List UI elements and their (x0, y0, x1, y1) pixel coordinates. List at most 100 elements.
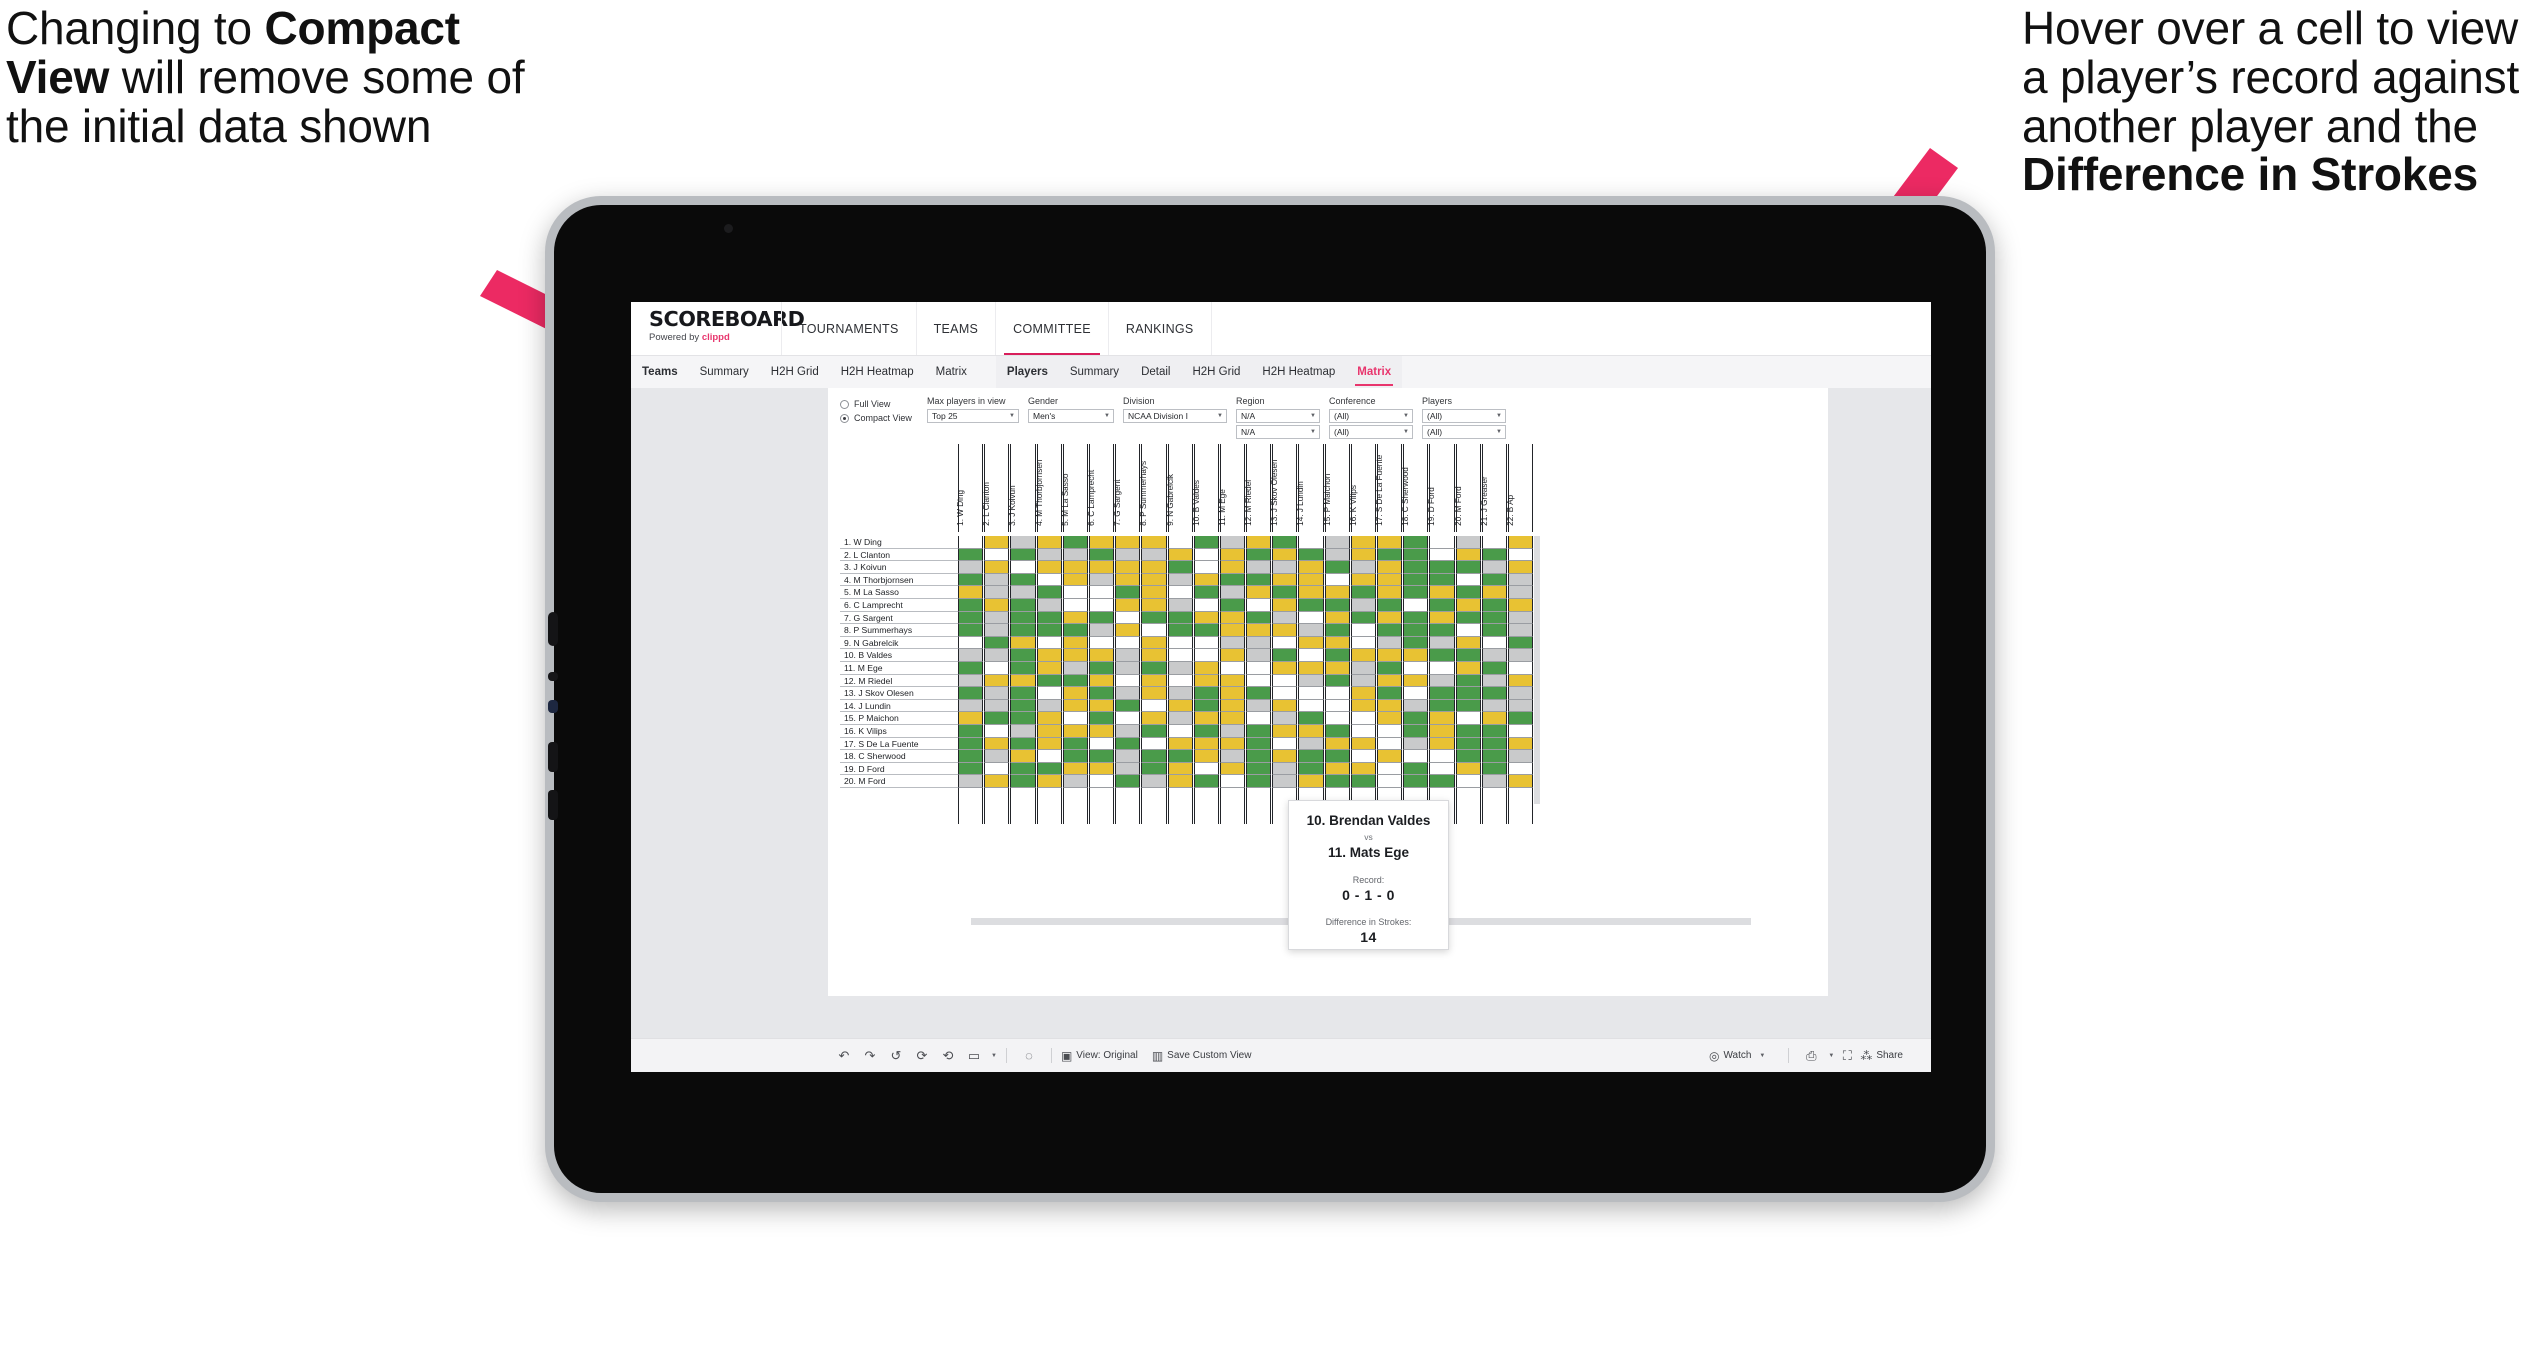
matrix-cell[interactable] (1141, 699, 1167, 713)
matrix-cell[interactable] (1350, 674, 1376, 688)
matrix-cell[interactable] (984, 561, 1010, 574)
fullscreen-icon[interactable]: ⛶ (1834, 1048, 1860, 1064)
matrix-cell[interactable] (1429, 775, 1455, 788)
main-nav-item-rankings[interactable]: RANKINGS (1109, 302, 1212, 355)
matrix-cell[interactable] (1062, 712, 1088, 725)
matrix-cell[interactable] (1403, 674, 1429, 688)
matrix-col-header[interactable]: 3. J Koivun (1009, 444, 1036, 532)
matrix-cell[interactable] (1246, 750, 1272, 763)
matrix-cell[interactable] (1062, 724, 1088, 738)
matrix-cell[interactable] (1272, 674, 1298, 688)
matrix-cell[interactable] (1350, 649, 1376, 662)
matrix-cell[interactable] (1010, 649, 1036, 662)
matrix-cell[interactable] (984, 573, 1010, 587)
matrix-cell[interactable] (1324, 762, 1350, 776)
matrix-cell[interactable] (1088, 661, 1115, 675)
matrix-cell[interactable] (1507, 561, 1534, 574)
matrix-cell[interactable] (1403, 687, 1429, 700)
matrix-cell[interactable] (1010, 561, 1036, 574)
watch-button[interactable]: ◎ Watch ▼ (1709, 1049, 1765, 1063)
matrix-cell[interactable] (1115, 611, 1141, 625)
matrix-cell[interactable] (1062, 636, 1088, 650)
matrix-cell[interactable] (1324, 724, 1350, 738)
matrix-col-header[interactable]: 5. M La Sasso (1061, 444, 1088, 532)
matrix-col-header[interactable]: 7. G Sargent (1113, 444, 1141, 532)
matrix-cell[interactable] (1219, 624, 1246, 637)
matrix-cell[interactable] (1088, 548, 1115, 562)
matrix-cell[interactable] (1481, 536, 1507, 549)
matrix-cell[interactable] (1324, 674, 1350, 688)
matrix-cell[interactable] (1246, 712, 1272, 725)
matrix-cell[interactable] (1036, 624, 1062, 637)
matrix-cell[interactable] (1429, 624, 1455, 637)
matrix-cell[interactable] (1272, 548, 1298, 562)
matrix-cell[interactable] (1246, 561, 1272, 574)
matrix-cell[interactable] (1246, 674, 1272, 688)
matrix-row-label[interactable]: 5. M La Sasso (840, 586, 958, 599)
matrix-cell[interactable] (1298, 611, 1324, 625)
matrix-cell[interactable] (1324, 649, 1350, 662)
matrix-cell[interactable] (1324, 573, 1350, 587)
matrix-cell[interactable] (1036, 536, 1062, 549)
matrix-cell[interactable] (1377, 573, 1403, 587)
matrix-cell[interactable] (1403, 573, 1429, 587)
matrix-cell[interactable] (1193, 636, 1219, 650)
matrix-cell[interactable] (1272, 561, 1298, 574)
matrix-cell[interactable] (1324, 624, 1350, 637)
matrix-cell[interactable] (1167, 624, 1193, 637)
matrix-cell[interactable] (1298, 573, 1324, 587)
matrix-cell[interactable] (1324, 661, 1350, 675)
matrix-cell[interactable] (1036, 573, 1062, 587)
main-nav-item-tournaments[interactable]: TOURNAMENTS (781, 302, 917, 355)
matrix-cell[interactable] (1246, 649, 1272, 662)
matrix-cell[interactable] (1403, 536, 1429, 549)
matrix-cell[interactable] (1481, 636, 1507, 650)
matrix-col-header[interactable]: 18. C Sherwood (1401, 444, 1429, 532)
matrix-cell[interactable] (1062, 586, 1088, 599)
tab-matrix[interactable]: Matrix (925, 356, 978, 388)
matrix-cell[interactable] (1481, 649, 1507, 662)
matrix-cell[interactable] (1167, 750, 1193, 763)
matrix-cell[interactable] (1429, 611, 1455, 625)
matrix-row-label[interactable]: 4. M Thorbjornsen (840, 573, 958, 587)
matrix-cell[interactable] (1167, 661, 1193, 675)
matrix-cell[interactable] (1377, 775, 1403, 788)
matrix-row-label[interactable]: 3. J Koivun (840, 561, 958, 574)
matrix-row-label[interactable]: 20. M Ford (840, 775, 958, 788)
matrix-cell[interactable] (1141, 561, 1167, 574)
matrix-cell[interactable] (1010, 699, 1036, 713)
matrix-cell[interactable] (1324, 750, 1350, 763)
matrix-cell[interactable] (1455, 674, 1481, 688)
matrix-col-header[interactable]: 9. N Gabrelcik (1166, 444, 1193, 532)
pause-icon[interactable]: ⟲ (935, 1048, 961, 1064)
matrix-cell[interactable] (1377, 687, 1403, 700)
matrix-cell[interactable] (1403, 661, 1429, 675)
matrix-cell[interactable] (1403, 586, 1429, 599)
matrix-cell[interactable] (1115, 724, 1141, 738)
tab-summary[interactable]: Summary (689, 356, 760, 388)
radio-compact-view[interactable]: Compact View (840, 411, 918, 425)
matrix-cell[interactable] (1246, 598, 1272, 612)
matrix-cell[interactable] (1324, 536, 1350, 549)
matrix-cell[interactable] (1193, 674, 1219, 688)
matrix-col-header[interactable]: 14. J Lundin (1297, 444, 1324, 532)
matrix-row-label[interactable]: 16. K Vilips (840, 724, 958, 738)
matrix-cell[interactable] (1193, 661, 1219, 675)
matrix-cell[interactable] (1036, 687, 1062, 700)
matrix-cell[interactable] (1062, 775, 1088, 788)
matrix-cell[interactable] (1193, 750, 1219, 763)
tablet-volume-down-button[interactable] (548, 790, 558, 820)
matrix-row-label[interactable]: 8. P Summerhays (840, 624, 958, 637)
matrix-cell[interactable] (984, 611, 1010, 625)
matrix-cell[interactable] (1324, 561, 1350, 574)
matrix-cell[interactable] (1115, 573, 1141, 587)
matrix-cell[interactable] (1088, 674, 1115, 688)
main-nav-item-teams[interactable]: TEAMS (917, 302, 997, 355)
matrix-cell[interactable] (1350, 750, 1376, 763)
matrix-cell[interactable] (1481, 624, 1507, 637)
matrix-cell[interactable] (1219, 687, 1246, 700)
redo-icon[interactable]: ↷ (857, 1048, 883, 1064)
matrix-cell[interactable] (1219, 661, 1246, 675)
matrix-cell[interactable] (1455, 737, 1481, 751)
matrix-cell[interactable] (1115, 775, 1141, 788)
